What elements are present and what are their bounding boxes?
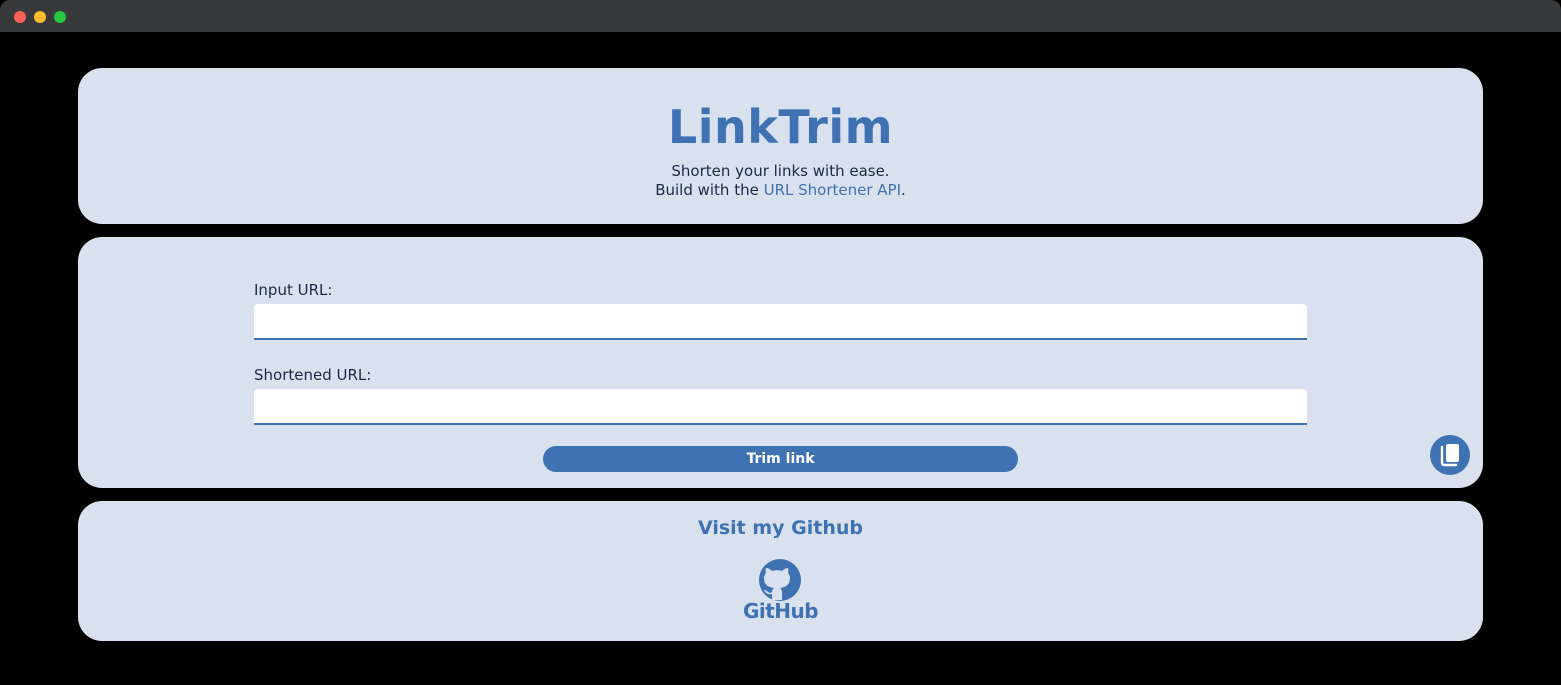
close-window-button[interactable]	[14, 11, 26, 23]
shortened-url-label: Shortened URL:	[254, 366, 372, 384]
minimize-window-button[interactable]	[34, 11, 46, 23]
github-wordmark: GitHub	[742, 599, 819, 623]
shortener-form-card: Input URL: Shortened URL: Trim link	[78, 237, 1483, 488]
trim-link-button[interactable]: Trim link	[543, 446, 1018, 472]
header-card: LinkTrim Shorten your links with ease. B…	[78, 68, 1483, 224]
maximize-window-button[interactable]	[54, 11, 66, 23]
tagline-suffix: .	[901, 181, 906, 199]
copy-button[interactable]	[1430, 435, 1470, 475]
input-url-field[interactable]	[254, 304, 1307, 340]
tagline-line2: Build with the URL Shortener API.	[78, 181, 1483, 200]
copy-icon	[1440, 444, 1459, 467]
input-url-label: Input URL:	[254, 281, 333, 299]
tagline-line1: Shorten your links with ease.	[671, 162, 890, 180]
window-titlebar	[0, 0, 1561, 32]
tagline: Shorten your links with ease. Build with…	[78, 162, 1483, 200]
github-link[interactable]: Visit my Github	[78, 517, 1483, 539]
app-title: LinkTrim	[667, 100, 894, 154]
api-link[interactable]: URL Shortener API	[764, 181, 901, 199]
shortened-url-field[interactable]	[254, 389, 1307, 425]
footer-card: Visit my Github GitHub	[78, 501, 1483, 641]
tagline-prefix: Build with the	[655, 181, 764, 199]
